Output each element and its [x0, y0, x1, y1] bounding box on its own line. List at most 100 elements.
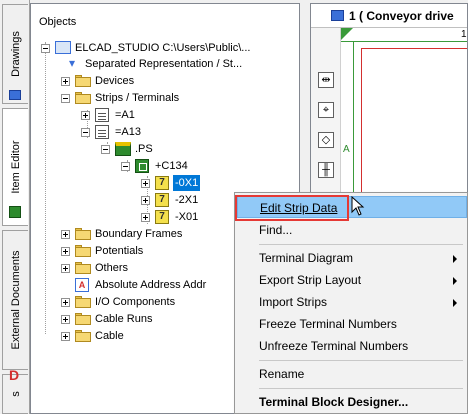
tree-node-devices[interactable]: Devices — [37, 73, 299, 89]
tree-root-label: ELCAD_STUDIO C:\Users\Public\... — [75, 42, 251, 54]
external-documents-icon: D — [9, 367, 20, 383]
menu-item-export-strip-layout[interactable]: Export Strip Layout — [237, 269, 467, 291]
tree-title: Objects — [39, 16, 77, 28]
expand-toggle[interactable] — [61, 264, 70, 273]
tree-node-label: =A1 — [115, 109, 135, 121]
symbol-icon[interactable]: ◇ — [318, 132, 334, 148]
project-icon — [55, 41, 71, 54]
strip-number-icon: 7 — [155, 210, 169, 224]
green-corner-mark — [341, 28, 353, 40]
expand-toggle[interactable] — [141, 213, 150, 222]
folder-icon — [75, 92, 91, 104]
menu-item-import-strips[interactable]: Import Strips — [237, 291, 467, 313]
folder-icon — [75, 262, 91, 274]
menu-item-find[interactable]: Find... — [237, 219, 467, 241]
tab-external-documents-label: External Documents — [9, 250, 22, 350]
tab-external-documents[interactable]: External Documents — [2, 230, 28, 370]
collapse-toggle[interactable] — [61, 94, 70, 103]
expand-toggle[interactable] — [61, 77, 70, 86]
menu-item-label: Export Strip Layout — [259, 273, 362, 287]
tree-node-label: Absolute Address Addr — [95, 279, 207, 291]
tree-node-label: Others — [95, 262, 129, 274]
menu-item-rename[interactable]: Rename — [237, 363, 467, 385]
tab-item-editor-label: Item Editor — [9, 140, 22, 194]
menu-separator — [259, 360, 463, 361]
menu-item-label: Freeze Terminal Numbers — [259, 317, 397, 331]
submenu-arrow-icon — [453, 255, 457, 263]
tree-node-a1[interactable]: =A1 — [37, 107, 299, 123]
tree-node-label: Cable Runs — [95, 313, 153, 325]
expand-toggle[interactable] — [141, 196, 150, 205]
grid-row-label: A — [343, 144, 350, 155]
folder-icon — [75, 330, 91, 342]
tab-drawings-label: Drawings — [9, 31, 22, 77]
folder-icon — [75, 313, 91, 325]
tree-node-label: Strips / Terminals — [95, 92, 180, 104]
expand-toggle[interactable] — [61, 315, 70, 324]
folder-icon — [75, 296, 91, 308]
tree-node-separated[interactable]: ▾ Separated Representation / St... — [37, 56, 299, 72]
tab-drawings[interactable]: Drawings — [2, 4, 28, 104]
sheet-number: 1 — [461, 29, 467, 40]
item-editor-icon — [9, 206, 21, 218]
mouse-cursor-icon — [351, 196, 365, 216]
tree-node-label: -X01 — [175, 211, 199, 223]
expand-toggle[interactable] — [81, 111, 90, 120]
tree-node-label: -2X1 — [175, 194, 199, 206]
tree-node-label: Devices — [95, 75, 135, 87]
collapse-toggle[interactable] — [41, 44, 50, 53]
expand-toggle[interactable] — [61, 247, 70, 256]
tree-node-label: Boundary Frames — [95, 228, 183, 240]
terminal-strip-icon — [135, 159, 149, 173]
installation-icon — [95, 108, 109, 122]
tree-node-label: -0X1 — [173, 175, 201, 191]
filter-icon: ▾ — [69, 56, 76, 70]
menu-item-terminal-block-designer[interactable]: Terminal Block Designer... — [237, 391, 467, 413]
location-icon — [115, 142, 131, 156]
installation-icon — [95, 125, 109, 139]
collapse-toggle[interactable] — [121, 162, 130, 171]
expand-toggle[interactable] — [61, 230, 70, 239]
strip-number-icon: 7 — [155, 176, 169, 190]
menu-item-freeze-terminal-numbers[interactable]: Freeze Terminal Numbers — [237, 313, 467, 335]
collapse-toggle[interactable] — [81, 128, 90, 137]
tree-node-label: I/O Components — [95, 296, 176, 308]
drawings-icon — [9, 90, 21, 100]
menu-item-unfreeze-terminal-numbers[interactable]: Unfreeze Terminal Numbers — [237, 335, 467, 357]
strip-number-icon: 7 — [155, 193, 169, 207]
folder-icon — [75, 228, 91, 240]
menu-item-label: Terminal Block Designer... — [259, 395, 409, 409]
tree-node-a13[interactable]: =A13 — [37, 124, 299, 140]
tree-node-label: =A13 — [115, 126, 141, 138]
menu-item-label: Find... — [259, 223, 293, 237]
drawing-grid-top — [341, 28, 467, 42]
tree-node-0x1[interactable]: 7 -0X1 — [37, 175, 299, 191]
tree-node-label: Potentials — [95, 245, 144, 257]
submenu-arrow-icon — [453, 299, 457, 307]
tree-node-c134[interactable]: +C134 — [37, 158, 299, 174]
tree-node-label: +C134 — [155, 160, 188, 172]
address-icon: A — [75, 278, 89, 292]
menu-item-label: Rename — [259, 367, 305, 381]
drawing-title: 1 ( Conveyor drive — [349, 9, 454, 23]
collapse-toggle[interactable] — [101, 145, 110, 154]
menu-item-terminal-diagram[interactable]: Terminal Diagram — [237, 247, 467, 269]
side-tab-strip: Drawings Item Editor External Documents … — [0, 0, 30, 414]
folder-icon — [75, 245, 91, 257]
expand-toggle[interactable] — [61, 332, 70, 341]
tree-node-ps[interactable]: .PS — [37, 141, 299, 157]
zoom-icon[interactable]: ⌖ — [318, 102, 334, 118]
menu-item-label: Edit Strip Data — [260, 201, 338, 215]
tab-other-label: s — [9, 391, 22, 397]
drawing-title-bar: 1 ( Conveyor drive — [311, 4, 467, 28]
expand-toggle[interactable] — [61, 298, 70, 307]
menu-item-label: Unfreeze Terminal Numbers — [259, 339, 409, 353]
tree-node-root[interactable]: ELCAD_STUDIO C:\Users\Public\... — [37, 40, 299, 56]
tree-node-strips[interactable]: Strips / Terminals — [37, 90, 299, 106]
fit-width-icon[interactable]: ⇹ — [318, 72, 334, 88]
expand-toggle[interactable] — [141, 179, 150, 188]
menu-item-label: Terminal Diagram — [259, 251, 354, 265]
menu-separator — [259, 388, 463, 389]
terminal-icon[interactable]: ╫ — [318, 162, 334, 178]
submenu-arrow-icon — [453, 277, 457, 285]
